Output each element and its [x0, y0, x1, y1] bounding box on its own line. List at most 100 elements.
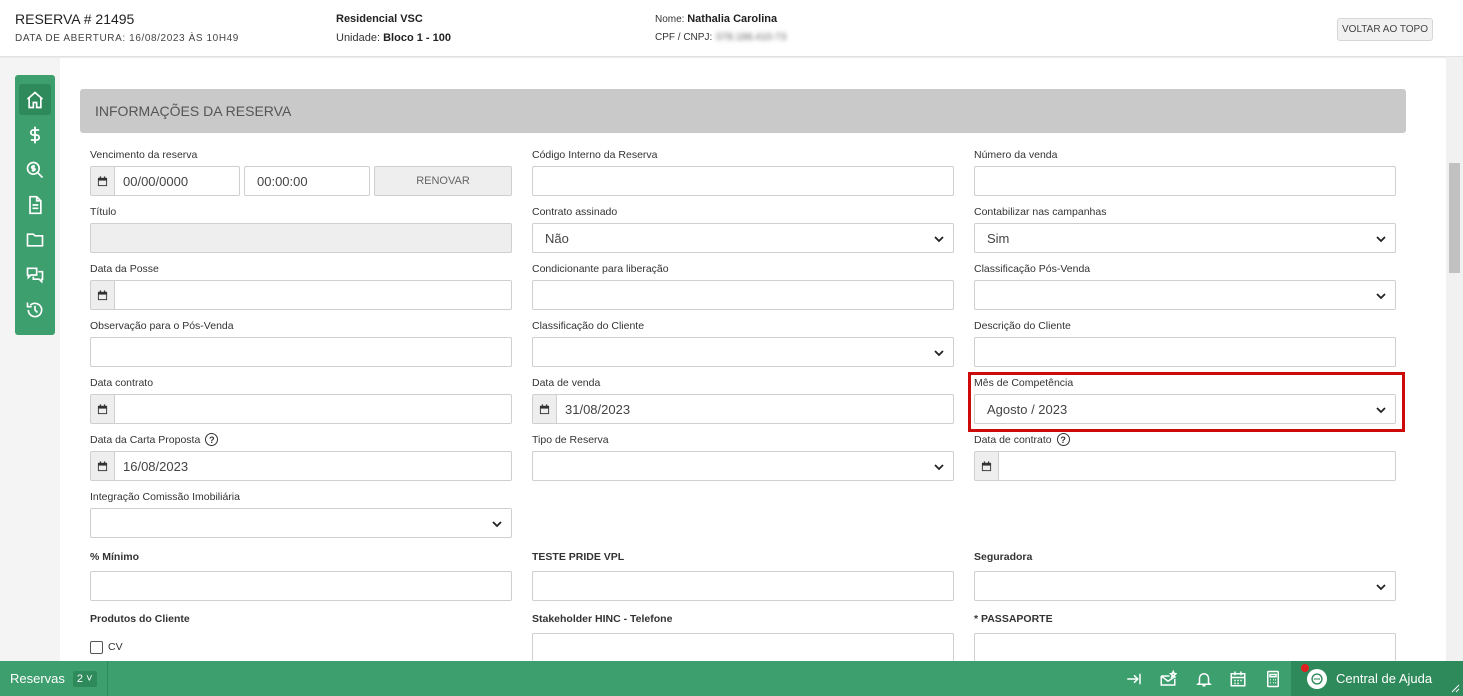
notification-dot — [1301, 664, 1309, 672]
sidebar-item-messages[interactable] — [19, 259, 51, 290]
classificacao-cliente-label: Classificação do Cliente — [532, 320, 645, 332]
contrato-assinado-value: Não — [545, 230, 569, 246]
data-de-contrato-field[interactable] — [974, 451, 1396, 481]
classificacao-cliente-select[interactable] — [532, 337, 954, 367]
chevron-down-icon — [934, 464, 944, 471]
renew-button[interactable]: RENOVAR — [374, 166, 512, 196]
calendar-button-bottom[interactable] — [1228, 669, 1248, 689]
data-venda-label: Data de venda — [532, 377, 601, 389]
data-posse-value — [115, 281, 123, 309]
calendar-button[interactable] — [91, 395, 115, 423]
calendar-button[interactable] — [533, 395, 557, 423]
sidebar-item-documents[interactable] — [19, 189, 51, 220]
dollar-icon — [29, 126, 41, 143]
reservas-count: 2 — [76, 672, 84, 685]
chevron-down-icon — [492, 521, 502, 528]
titulo-label: Título — [90, 206, 117, 218]
data-de-contrato-value — [999, 452, 1007, 480]
calendar-button[interactable] — [91, 167, 115, 195]
data-carta-field[interactable]: 16/08/2023 — [90, 451, 512, 481]
vencimento-date-field[interactable]: 00/00/0000 — [90, 166, 240, 196]
chevron-down-icon — [1376, 293, 1386, 300]
document-icon — [29, 195, 42, 214]
descricao-cliente-input[interactable] — [974, 337, 1396, 367]
back-to-top-button[interactable]: VOLTAR AO TOPO — [1337, 18, 1433, 41]
reservas-tab[interactable]: Reservas 2 ˅ — [0, 661, 108, 696]
opening-date: DATA DE ABERTURA: 16/08/2023 ÀS 10H49 — [15, 33, 239, 44]
vencimento-time-field[interactable]: 00:00:00 — [244, 166, 370, 196]
chevron-down-icon: ˅ — [86, 672, 93, 685]
reservas-tab-label: Reservas — [10, 671, 65, 686]
mail-button[interactable] — [1158, 669, 1178, 689]
calendar-icon — [981, 460, 992, 471]
chevron-down-icon — [1376, 584, 1386, 591]
sidebar-item-home[interactable] — [19, 84, 51, 115]
bell-icon — [1196, 673, 1212, 687]
calendar-button[interactable] — [91, 281, 115, 309]
unit-label: Unidade: — [336, 32, 381, 44]
client-name: Nome: Nathalia Carolina — [655, 13, 777, 25]
sidebar-item-folder[interactable] — [19, 224, 51, 255]
cv-checkbox[interactable] — [90, 641, 103, 654]
tipo-reserva-select[interactable] — [532, 451, 954, 481]
sidebar-item-finance[interactable] — [19, 119, 51, 150]
titulo-input[interactable] — [90, 223, 512, 253]
highlight-box — [968, 372, 1405, 432]
calendar-button[interactable] — [975, 452, 999, 480]
chevron-down-icon — [934, 236, 944, 243]
name-label: Nome: — [655, 14, 685, 25]
minimo-input[interactable] — [90, 571, 512, 601]
contrato-assinado-select[interactable]: Não — [532, 223, 954, 253]
calendar-icon — [97, 460, 108, 471]
section-header: INFORMAÇÕES DA RESERVA — [80, 89, 1406, 133]
expand-bar-button[interactable] — [1124, 669, 1144, 689]
passaporte-input[interactable] — [974, 633, 1396, 661]
notifications-button[interactable] — [1194, 669, 1214, 689]
vertical-scrollbar[interactable] — [1446, 57, 1463, 661]
help-center-button[interactable]: Central de Ajuda — [1291, 661, 1463, 696]
produtos-label: Produtos do Cliente — [90, 613, 190, 625]
vencimento-label: Vencimento da reserva — [90, 149, 198, 161]
data-venda-field[interactable]: 31/08/2023 — [532, 394, 954, 424]
stakeholder-input[interactable] — [532, 633, 954, 661]
question-circle-icon[interactable]: ? — [205, 433, 219, 446]
calendar-icon — [97, 289, 108, 300]
unit-value: Bloco 1 - 100 — [383, 32, 451, 44]
classificacao-pos-select[interactable] — [974, 280, 1396, 310]
chevron-down-icon — [1376, 236, 1386, 243]
question-circle-icon[interactable]: ? — [1056, 433, 1070, 446]
integracao-label: Integração Comissão Imobiliária — [90, 491, 240, 503]
data-contrato-value — [115, 395, 123, 423]
data-posse-field[interactable] — [90, 280, 512, 310]
teste-pride-label: TESTE PRIDE VPL — [532, 551, 625, 563]
chat-icon — [26, 267, 44, 284]
home-icon — [26, 90, 44, 108]
data-venda-value: 31/08/2023 — [565, 401, 631, 417]
teste-pride-input[interactable] — [532, 571, 954, 601]
client-cpf: CPF / CNPJ: 078.188.410-73 — [655, 32, 786, 43]
resize-icon — [1451, 684, 1460, 693]
calendar-button[interactable] — [91, 452, 115, 480]
observacao-pos-input[interactable] — [90, 337, 512, 367]
condicionante-input[interactable] — [532, 280, 954, 310]
sidebar-item-history[interactable] — [19, 294, 51, 325]
chevron-down-icon — [934, 350, 944, 357]
calendar-icon — [97, 175, 108, 186]
scrollbar-thumb[interactable] — [1449, 163, 1460, 273]
sidebar-item-search-finance[interactable] — [19, 154, 51, 185]
cpf-label: CPF / CNPJ: — [655, 32, 713, 43]
reservation-title: RESERVA # 21495 — [15, 11, 135, 27]
calendar-icon — [539, 403, 550, 414]
seguradora-select[interactable] — [974, 571, 1396, 601]
arrow-to-right-icon — [1127, 673, 1141, 685]
calculator-button[interactable] — [1263, 669, 1283, 689]
cv-checkbox-label: CV — [108, 641, 123, 653]
numero-venda-input[interactable] — [974, 166, 1396, 196]
data-contrato-field[interactable] — [90, 394, 512, 424]
chat-bubble-icon — [1307, 668, 1327, 689]
codigo-interno-input[interactable] — [532, 166, 954, 196]
contrato-assinado-label: Contrato assinado — [532, 206, 618, 218]
integracao-select[interactable] — [90, 508, 512, 538]
contabilizar-select[interactable]: Sim — [974, 223, 1396, 253]
help-center-label: Central de Ajuda — [1336, 671, 1433, 686]
